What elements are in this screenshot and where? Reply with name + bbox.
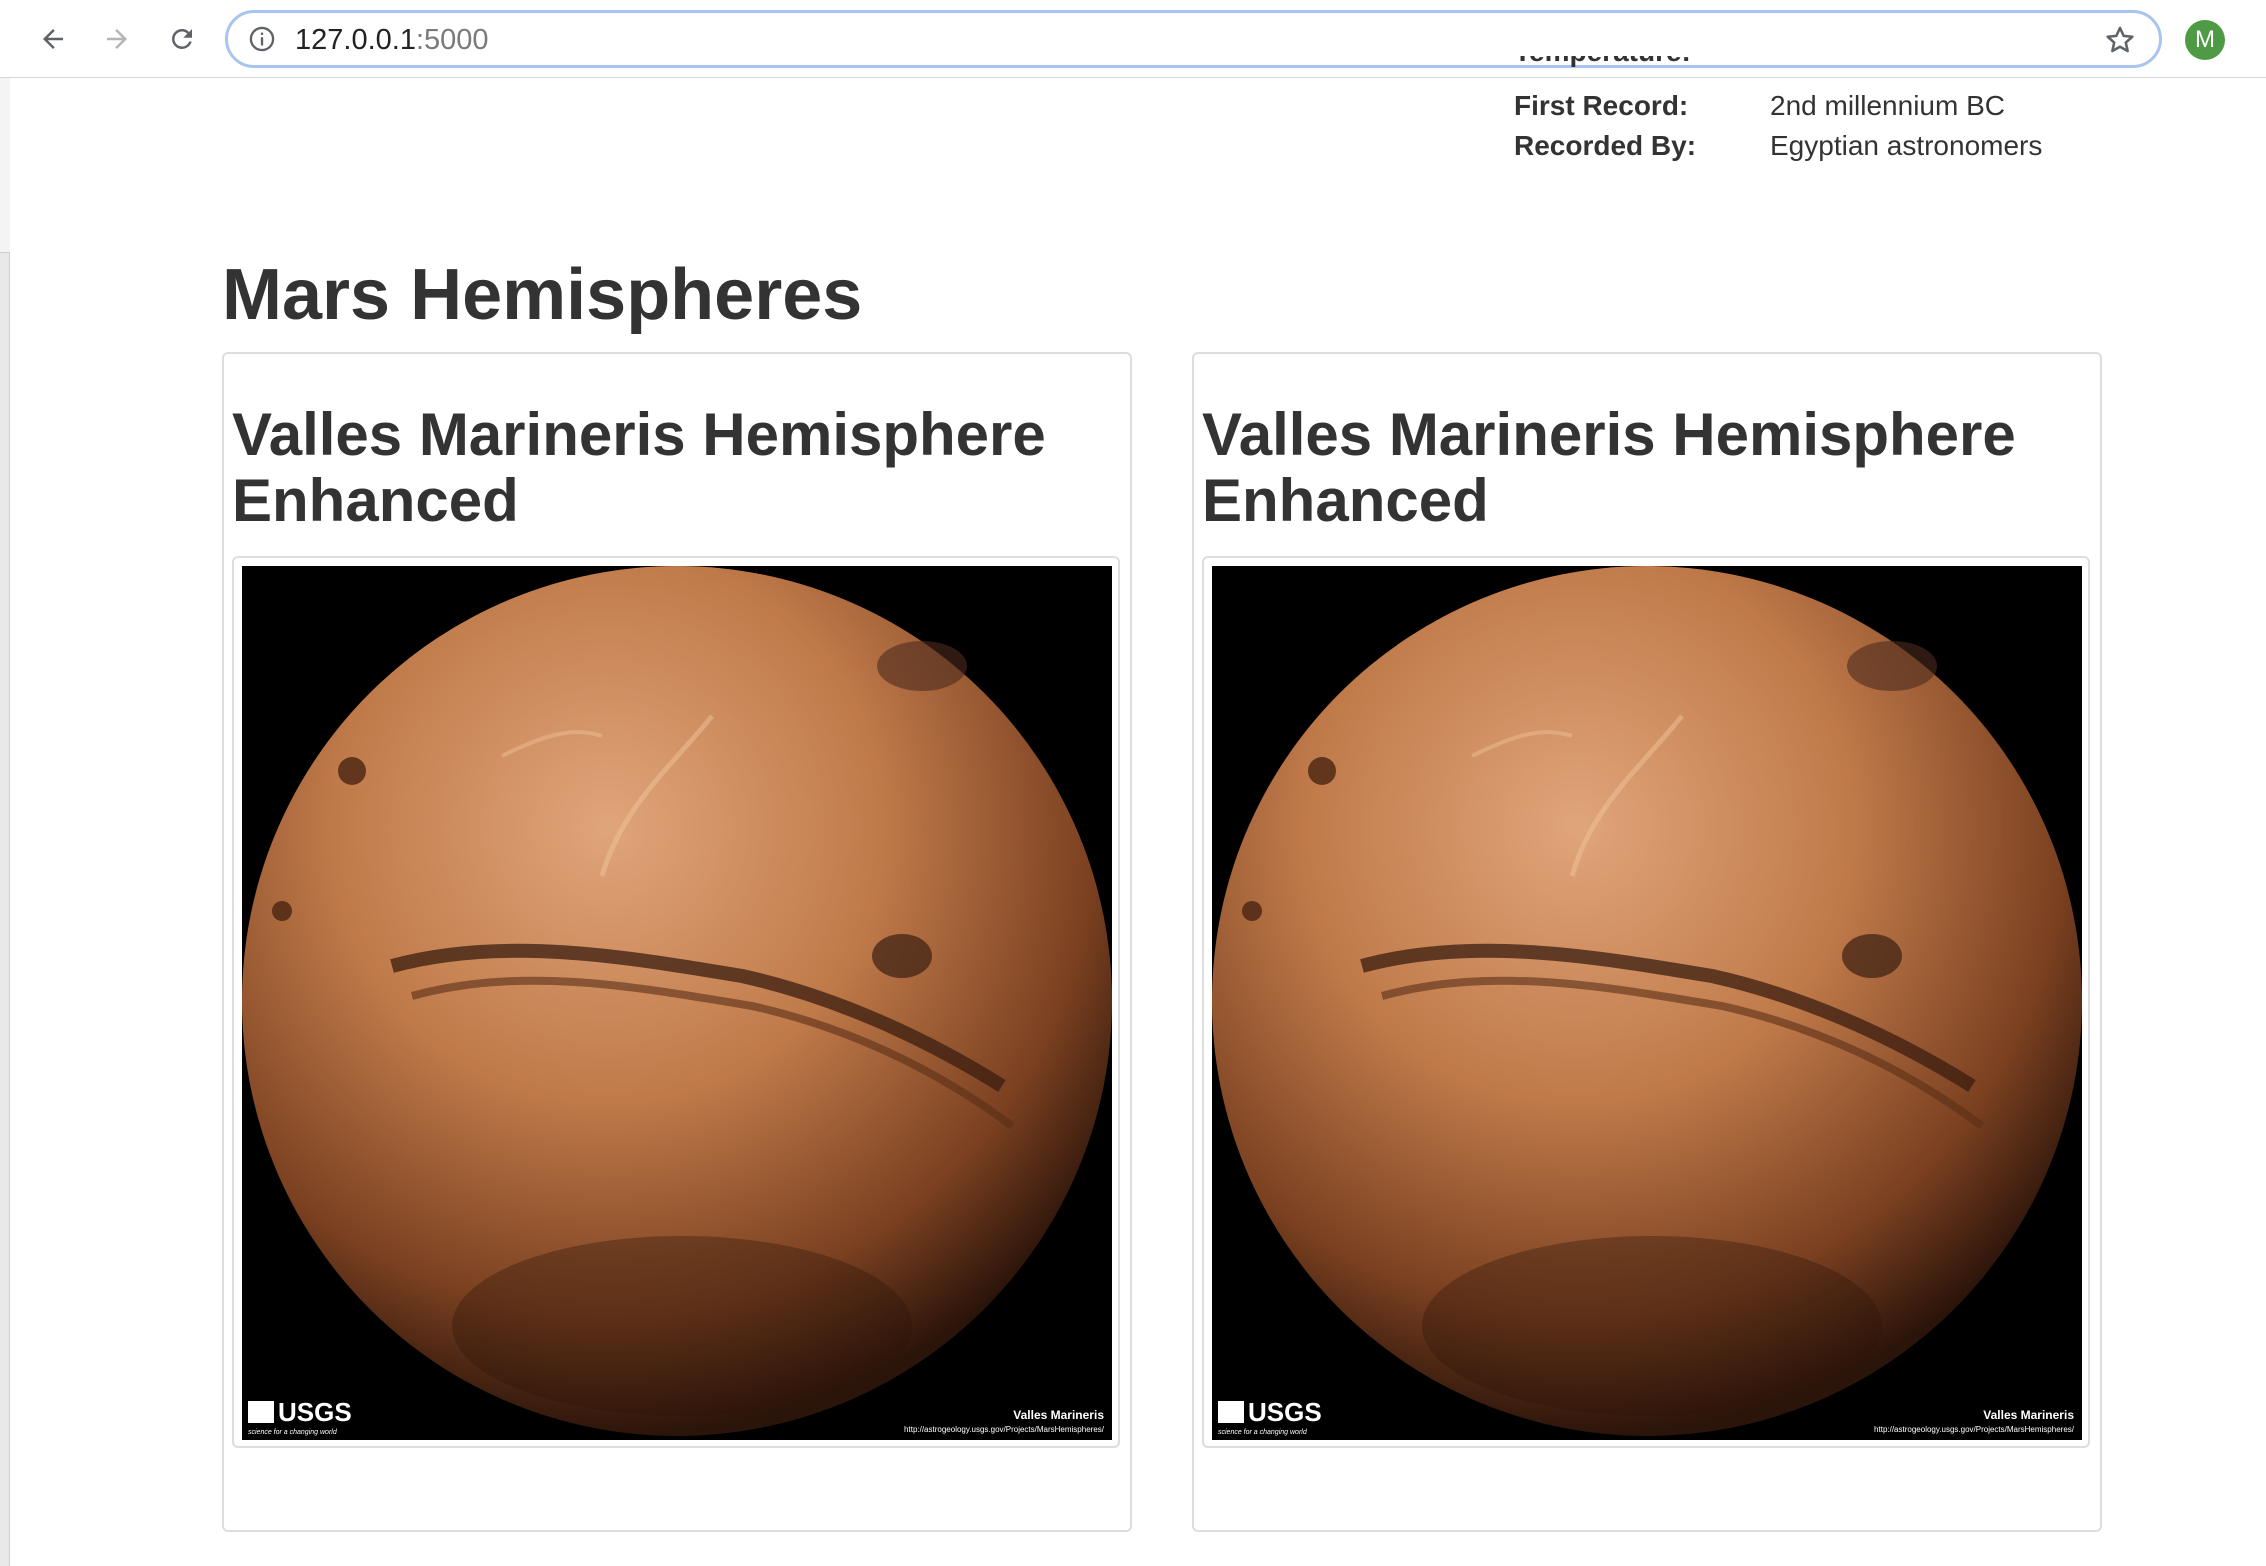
hemisphere-thumbnail[interactable]: USGS science for a changing world Valles… [232,556,1120,1448]
usgs-tagline: science for a changing world [248,1429,338,1436]
fact-row: Recorded By: Egyptian astronomers [1514,126,2114,166]
fact-label: Recorded By: [1514,130,1697,161]
image-caption: Valles Marineris [1013,1408,1104,1422]
fact-row: Temperature: [1514,56,2114,86]
reload-button[interactable] [157,14,207,64]
forward-button[interactable] [92,14,142,64]
fact-value: 2nd millennium BC [1770,90,2005,121]
mars-hemisphere-image: USGS science for a changing world Valles… [242,566,1112,1440]
fact-label: Temperature: [1514,56,1691,72]
url-text[interactable]: 127.0.0.1:5000 [295,24,489,56]
image-caption: Valles Marineris [1983,1408,2074,1422]
usgs-logo-text: USGS [1248,1397,1322,1427]
star-icon[interactable] [2103,23,2137,57]
fact-row: First Record: 2nd millennium BC [1514,86,2114,126]
window-edge [0,78,10,1566]
image-url: http://astrogeology.usgs.gov/Projects/Ma… [904,1425,1105,1434]
url-port: :5000 [415,24,489,56]
usgs-logo-text: USGS [278,1397,352,1427]
usgs-tagline: science for a changing world [1218,1429,1308,1436]
hemisphere-card: Valles Marineris Hemisphere Enhanced USG… [1192,352,2102,1532]
mars-facts-table: Temperature: First Record: 2nd millenniu… [1514,56,2114,166]
mars-hemisphere-image: USGS science for a changing world Valles… [1212,566,2082,1440]
fact-label: First Record: [1514,90,1689,121]
profile-avatar[interactable]: M [2185,20,2225,60]
window-edge-panel [0,78,10,253]
arrow-right-icon [107,29,127,49]
section-title: Mars Hemispheres [222,255,863,335]
hemisphere-title: Valles Marineris Hemisphere Enhanced [232,401,1046,534]
info-icon[interactable] [248,25,276,53]
hemisphere-title: Valles Marineris Hemisphere Enhanced [1202,401,2016,534]
image-url: http://astrogeology.usgs.gov/Projects/Ma… [1874,1425,2075,1434]
hemisphere-card: Valles Marineris Hemisphere Enhanced USG… [222,352,1132,1532]
arrow-left-icon [43,29,63,49]
url-host: 127.0.0.1 [295,24,416,56]
fact-value: Egyptian astronomers [1770,130,2043,161]
back-button[interactable] [28,14,78,64]
hemisphere-thumbnail[interactable]: USGS science for a changing world Valles… [1202,556,2090,1448]
reload-icon [172,28,192,49]
